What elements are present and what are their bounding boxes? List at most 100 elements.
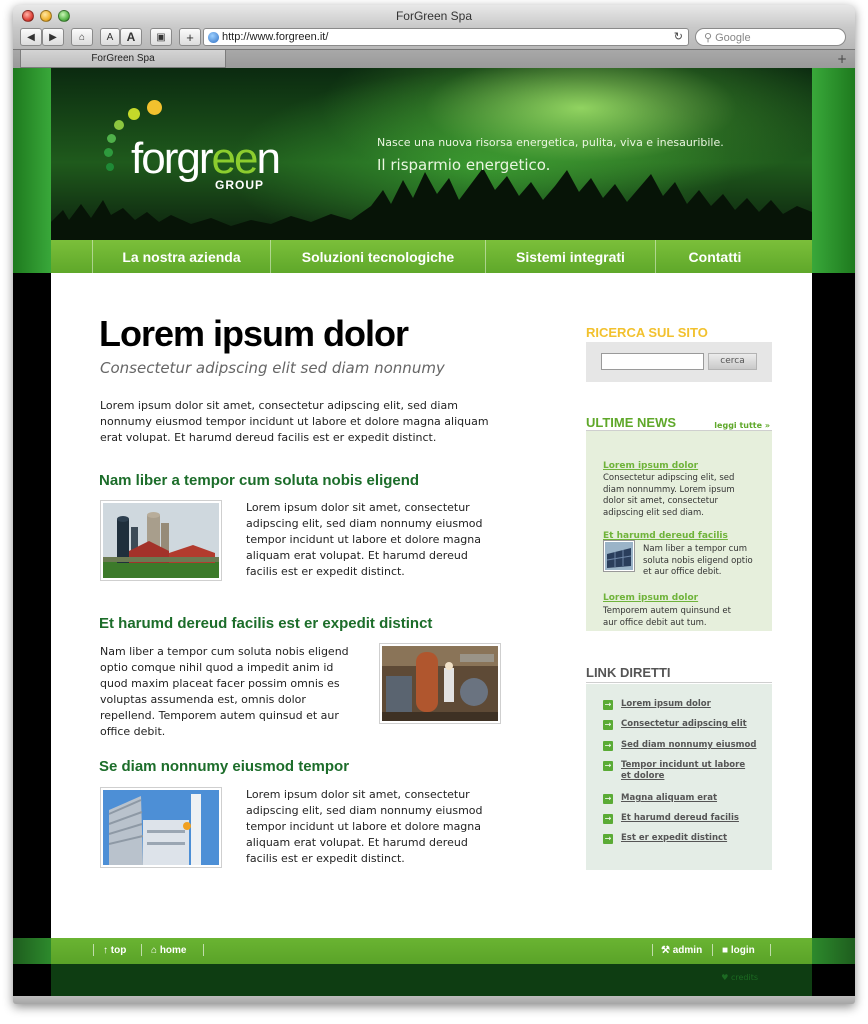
quick-link-label: Lorem ipsum dolor [621,699,711,709]
section-title-3[interactable]: Se diam nonnumy eiusmod tempor [99,758,349,775]
search-section-title: RICERCA SUL SITO [586,325,708,340]
footer-top-link[interactable]: ↑ top [103,945,126,956]
quick-link-label: Magna aliquam erat [621,793,718,803]
news-item-title-3[interactable]: Lorem ipsum dolor [603,593,698,603]
logo-text-a: forgr [131,134,213,183]
news-thumbnail[interactable] [603,540,635,572]
text-smaller-button[interactable]: A [100,28,120,46]
wrench-icon: ⚒ [661,945,673,956]
arrow-up-icon: ↑ [103,945,111,956]
footer-admin-link[interactable]: ⚒ admin [661,945,702,956]
main-navigation: La nostra azienda Soluzioni tecnologiche… [51,240,812,273]
section-image-building[interactable] [100,787,222,868]
news-item-title-1[interactable]: Lorem ipsum dolor [603,461,698,471]
news-section-title: ULTIME NEWS [586,415,677,430]
section-image-farm[interactable] [100,500,222,581]
nav-item-azienda[interactable]: La nostra azienda [93,240,271,273]
page-title: Lorem ipsum dolor [99,313,409,354]
footer-glow-left [13,938,51,964]
arrow-right-icon: → [603,761,613,771]
quick-links-box: → Lorem ipsum dolor → Consectetur adipscin… [586,684,772,870]
section-text-1: Lorem ipsum dolor sit amet, consectetur … [246,501,483,578]
footer-divider [652,944,653,956]
quick-link-label: Tempor incidunt ut labore et dolore [621,760,746,781]
forward-button[interactable]: ▶ [42,28,64,46]
section-text-3: Lorem ipsum dolor sit amet, consectetur … [246,788,483,865]
site-logo[interactable]: forgreen [131,134,281,184]
logo-subtitle: GROUP [215,178,265,192]
site-header: forgreen GROUP Nasce una nuova risorsa e… [51,68,812,240]
logo-text-b: ee [211,134,258,183]
section-title-2[interactable]: Et harumd dereud facilis est er expedit … [99,615,432,632]
nav-item-sistemi[interactable]: Sistemi integrati [486,240,656,273]
quick-link-3[interactable]: → Sed diam nonnumy eiusmod [603,740,768,751]
arrow-right-icon: → [603,794,613,804]
arrow-right-icon: → [603,834,613,844]
footer-home-link[interactable]: ⌂ home [151,945,187,956]
tab-forgreen[interactable]: ForGreen Spa [20,50,226,68]
nav-item-contatti[interactable]: Contatti [656,240,774,273]
footer-divider [141,944,142,956]
right-background-glow [812,68,855,273]
quick-link-5[interactable]: → Magna aliquam erat [603,793,768,804]
news-item-text-3: Temporem autem quinsund et aur office de… [603,606,731,628]
footer-divider [203,944,204,956]
section-title-1[interactable]: Nam liber a tempor cum soluta nobis elig… [99,472,419,489]
lock-icon: ■ [722,945,731,956]
window-title: ForGreen Spa [395,9,473,23]
logo-text-c: n [256,134,281,183]
title-bar: ForGreen Spa [13,5,855,27]
solar-panel-image [605,542,633,570]
footer-bar: ↑ top ⌂ home ⚒ admin ■ login [51,938,812,964]
footer-login-link[interactable]: ■ login [722,945,755,956]
page-viewport: forgreen GROUP Nasce una nuova risorsa e… [13,68,855,996]
header-slogan: Il risparmio energetico. [377,156,551,174]
links-section-title: LINK DIRETTI [586,665,671,680]
browser-toolbar: ◀ ▶ ⌂ A A ▣ + http://www.forgreen.it/ ↻ … [13,27,855,49]
footer-divider [93,944,94,956]
nav-item-soluzioni[interactable]: Soluzioni tecnologiche [271,240,486,273]
footer-admin-label: admin [672,945,703,956]
footer-divider [770,944,771,956]
quick-link-1[interactable]: → Lorem ipsum dolor [603,699,768,710]
arrow-right-icon: → [603,814,613,824]
page-frame: forgreen GROUP Nasce una nuova risorsa e… [51,68,812,996]
news-item-text-2: Nam liber a tempor cum soluta nobis elig… [643,544,753,577]
quick-link-label: Est er expedit distinct [621,833,728,843]
search-box: cerca [586,342,772,382]
quick-link-6[interactable]: → Et harumd dereud facilis [603,813,768,824]
window-status-bar [13,996,855,1004]
industrial-building-image [103,790,219,865]
search-button[interactable]: cerca [708,353,757,370]
footer-home-label: home [159,945,187,956]
news-read-all-link[interactable]: leggi tutte » [714,421,770,430]
site-search-input[interactable] [601,353,704,370]
arrow-right-icon: → [603,741,613,751]
footer-divider [712,944,713,956]
quick-link-label: Consectetur adipscing elit [621,719,747,729]
tab-bar: ForGreen Spa + [13,49,855,68]
home-button[interactable]: ⌂ [71,28,93,46]
add-bookmark-button[interactable]: + [179,28,201,46]
footer-credits-link[interactable]: ♥ credits [721,973,758,982]
reload-icon[interactable]: ↻ [674,30,683,43]
text-bigger-button[interactable]: A [120,28,142,46]
address-text: http://www.forgreen.it/ [222,31,329,43]
section-image-plant[interactable] [379,643,501,724]
links-divider [586,682,772,683]
search-input[interactable]: ⚲ Google [695,28,846,46]
quick-link-2[interactable]: → Consectetur adipscing elit [603,719,768,730]
arrow-right-icon: → [603,720,613,730]
snapshot-button[interactable]: ▣ [150,28,172,46]
power-plant-image [382,646,498,721]
footer-credits-label: credits [730,973,758,982]
quick-link-4[interactable]: → Tempor incidunt ut labore et dolore [603,760,768,782]
left-background-glow [13,68,51,273]
back-button[interactable]: ◀ [20,28,42,46]
new-tab-button[interactable]: + [837,52,847,66]
footer-glow-right [812,938,855,964]
search-placeholder: Google [715,32,751,44]
browser-window: ForGreen Spa ◀ ▶ ⌂ A A ▣ + http://www.fo… [13,5,855,1004]
address-bar[interactable]: http://www.forgreen.it/ ↻ [203,28,689,46]
quick-link-7[interactable]: → Est er expedit distinct [603,833,768,844]
